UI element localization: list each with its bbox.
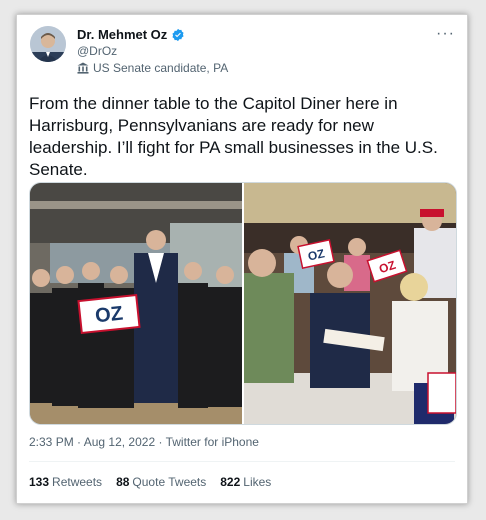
author-label-text: US Senate candidate, PA: [93, 61, 229, 75]
tweet-time[interactable]: 2:33 PM: [29, 435, 74, 449]
author-name-row[interactable]: Dr. Mehmet Oz: [77, 27, 185, 42]
divider-top: [29, 461, 455, 462]
tweet-text: From the dinner table to the Capitol Din…: [29, 94, 438, 179]
quote-tweets-stat[interactable]: 88 Quote Tweets: [116, 475, 206, 489]
verified-badge-icon: [172, 28, 184, 41]
oz-sign: OZ: [77, 293, 141, 335]
photo-diner-table: OZ OZ: [244, 183, 456, 424]
avatar[interactable]: [30, 26, 66, 62]
tweet-date[interactable]: Aug 12, 2022: [84, 435, 155, 449]
quote-tweets-label: Quote Tweets: [132, 475, 207, 489]
tweet-source[interactable]: Twitter for iPhone: [166, 435, 259, 449]
more-options-icon[interactable]: ···: [436, 25, 455, 43]
avatar-image: [30, 26, 66, 62]
tweet-media[interactable]: OZ OZ OZ: [29, 182, 457, 425]
author-handle[interactable]: @DrOz: [77, 44, 117, 58]
tweet-meta: 2:33 PM · Aug 12, 2022 · Twitter for iPh…: [29, 435, 259, 449]
retweets-label: Retweets: [52, 475, 103, 489]
tweet-card: Dr. Mehmet Oz @DrOz US Senate candidate,…: [16, 14, 468, 504]
meta-separator-2: ·: [155, 435, 166, 449]
likes-count: 822: [220, 475, 241, 489]
oz-sign-text: OZ: [94, 303, 124, 328]
likes-stat[interactable]: 822 Likes: [220, 475, 271, 489]
likes-label: Likes: [243, 475, 272, 489]
media-photo-left[interactable]: OZ: [30, 183, 242, 424]
meta-separator: ·: [73, 435, 84, 449]
government-building-icon: [77, 62, 89, 74]
quote-tweets-count: 88: [116, 475, 130, 489]
retweets-count: 133: [29, 475, 50, 489]
tweet-stats: 133 Retweets 88 Quote Tweets 822 Likes: [29, 475, 271, 489]
retweets-stat[interactable]: 133 Retweets: [29, 475, 102, 489]
group-photo-diner-staff: OZ: [30, 183, 242, 424]
author-label: US Senate candidate, PA: [77, 61, 228, 75]
media-photo-right[interactable]: OZ OZ: [244, 183, 456, 424]
author-name[interactable]: Dr. Mehmet Oz: [77, 27, 167, 42]
